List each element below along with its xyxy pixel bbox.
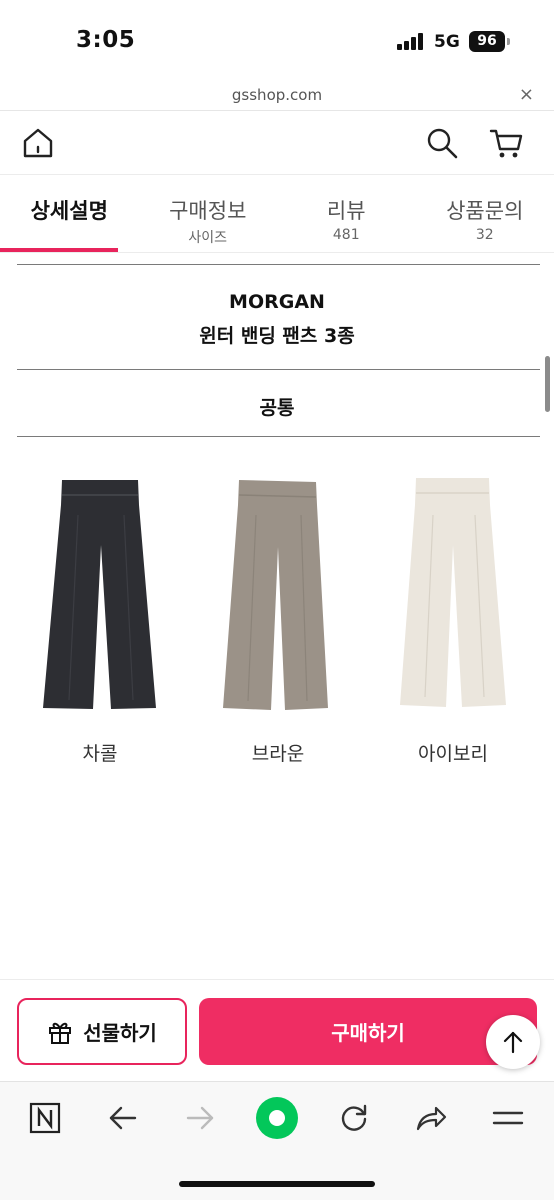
share-icon[interactable] — [409, 1096, 453, 1140]
tab-label: 리뷰 — [326, 199, 366, 223]
brand-name: MORGAN — [229, 291, 325, 313]
review-count: 481 — [332, 227, 360, 243]
tab-detail[interactable]: 상세설명 — [0, 175, 139, 252]
tab-label: 상세설명 — [30, 199, 108, 223]
buy-label: 구매하기 — [331, 1021, 405, 1045]
home-indicator[interactable] — [179, 1181, 375, 1187]
divider — [17, 369, 540, 370]
color-option-charcoal: 차콜 — [25, 475, 175, 775]
menu-icon[interactable] — [486, 1096, 530, 1140]
url-text[interactable]: gsshop.com — [0, 86, 554, 104]
gift-button[interactable]: 선물하기 — [17, 998, 187, 1065]
color-label: 차콜 — [82, 743, 118, 765]
tab-label: 상품문의 — [446, 199, 524, 223]
status-bar: 3:05 5G 96 — [0, 0, 554, 80]
refresh-icon[interactable] — [332, 1096, 376, 1140]
color-option-brown: 브라운 — [203, 475, 353, 775]
gift-icon — [49, 1022, 72, 1044]
section-title: 공통 — [259, 397, 295, 419]
battery-tip — [507, 38, 510, 45]
url-bar[interactable]: gsshop.com × — [0, 80, 554, 111]
qna-count: 32 — [475, 227, 494, 243]
tab-reviews[interactable]: 리뷰 481 — [277, 175, 416, 252]
scrollbar[interactable] — [545, 356, 550, 412]
back-arrow-icon[interactable] — [101, 1096, 145, 1140]
status-time: 3:05 — [76, 27, 136, 53]
naver-n-icon[interactable] — [23, 1096, 67, 1140]
tab-qna[interactable]: 상품문의 32 — [416, 175, 554, 252]
forward-arrow-icon[interactable] — [178, 1096, 222, 1140]
pants-image-ivory — [400, 478, 506, 707]
buy-button[interactable]: 구매하기 — [199, 998, 537, 1065]
tab-label: 구매정보 — [169, 199, 247, 223]
product-tabs: 상세설명 구매정보 사이즈 리뷰 481 상품문의 32 — [0, 175, 554, 253]
gift-label: 선물하기 — [83, 1021, 157, 1045]
active-tab-indicator — [0, 248, 118, 252]
color-label: 아이보리 — [418, 743, 488, 765]
green-dot-icon[interactable] — [255, 1096, 299, 1140]
close-icon[interactable]: × — [519, 84, 534, 105]
network-type: 5G — [434, 32, 460, 52]
tab-sublabel: 사이즈 — [188, 230, 228, 246]
search-icon[interactable] — [424, 125, 460, 161]
pants-image-charcoal — [43, 480, 156, 709]
tab-purchase-info[interactable]: 구매정보 사이즈 — [139, 175, 278, 252]
scroll-to-top-button[interactable] — [486, 1015, 540, 1069]
action-bar: 선물하기 구매하기 — [0, 979, 554, 1081]
divider — [17, 436, 540, 437]
pants-image-brown — [223, 480, 328, 710]
color-option-ivory: 아이보리 — [378, 475, 528, 775]
arrow-up-icon — [503, 1031, 523, 1054]
cellular-signal-icon — [397, 33, 425, 50]
home-icon[interactable] — [20, 125, 56, 161]
color-label: 브라운 — [251, 743, 305, 765]
divider — [17, 264, 540, 265]
cart-icon[interactable] — [488, 125, 524, 161]
product-name: 윈터 밴딩 팬츠 3종 — [199, 325, 355, 347]
battery-icon: 96 — [469, 31, 505, 52]
top-nav — [0, 111, 554, 175]
